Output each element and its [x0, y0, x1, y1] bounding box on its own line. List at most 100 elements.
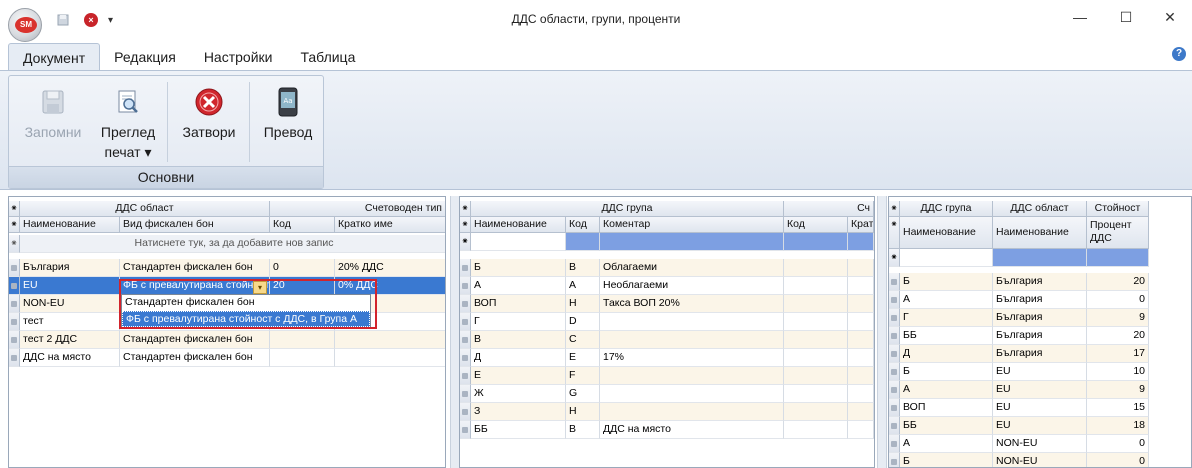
column-chooser-icon[interactable]: ⁕	[460, 217, 471, 233]
row-selector[interactable]	[460, 385, 471, 403]
table-cell[interactable]: NON-EU	[993, 453, 1087, 467]
row-selector[interactable]	[889, 345, 900, 363]
table-cell[interactable]	[784, 277, 848, 295]
row-selector[interactable]	[889, 273, 900, 291]
column-chooser-icon[interactable]: ⁕	[460, 201, 471, 217]
pane-splitter[interactable]	[877, 196, 887, 468]
row-selector[interactable]	[460, 349, 471, 367]
table-cell[interactable]: тест 2 ДДС	[20, 331, 120, 349]
table-row[interactable]: ББ B ДДС на място	[460, 421, 874, 439]
row-selector[interactable]	[9, 259, 20, 277]
table-cell[interactable]: 17%	[600, 349, 784, 367]
table-row[interactable]: Д E 17%	[460, 349, 874, 367]
table-cell[interactable]: ББ	[900, 417, 993, 435]
row-selector[interactable]	[889, 381, 900, 399]
row-selector[interactable]	[889, 327, 900, 345]
row-selector[interactable]	[889, 291, 900, 309]
table-cell[interactable]	[784, 331, 848, 349]
table-cell[interactable]: Д	[471, 349, 566, 367]
table-row[interactable]: А A Необлагаеми	[460, 277, 874, 295]
table-cell[interactable]: Ж	[471, 385, 566, 403]
column-chooser-icon[interactable]: ⁕	[889, 201, 900, 217]
table-cell[interactable]	[848, 259, 874, 277]
column-chooser-icon[interactable]: ⁕	[9, 217, 20, 233]
close-button[interactable]: ✕	[1150, 6, 1190, 28]
close-document-button[interactable]: Затвори	[171, 76, 247, 168]
table-cell[interactable]: България	[993, 309, 1087, 327]
table-cell[interactable]: 0	[270, 259, 335, 277]
table-cell[interactable]: B	[566, 421, 600, 439]
table-cell[interactable]: ВОП	[900, 399, 993, 417]
col-short-name[interactable]: Кратко име	[335, 217, 445, 233]
table-cell[interactable]	[600, 331, 784, 349]
table-cell[interactable]: EU	[993, 417, 1087, 435]
table-cell[interactable]	[848, 421, 874, 439]
table-cell[interactable]: 9	[1087, 309, 1149, 327]
tab-settings[interactable]: Настройки	[190, 43, 287, 71]
table-cell[interactable]: 20% ДДС	[335, 259, 445, 277]
table-cell[interactable]: H	[566, 295, 600, 313]
table-cell[interactable]: 10	[1087, 363, 1149, 381]
row-selector[interactable]	[889, 363, 900, 381]
table-cell[interactable]: Б	[900, 273, 993, 291]
table-cell[interactable]	[270, 349, 335, 367]
row-selector[interactable]	[889, 453, 900, 467]
table-cell[interactable]: EU	[993, 381, 1087, 399]
table-row[interactable]: Б NON-EU 0	[889, 453, 1149, 467]
table-row[interactable]: Г България 9	[889, 309, 1149, 327]
row-selector[interactable]	[889, 435, 900, 453]
table-cell[interactable]	[784, 259, 848, 277]
table-cell[interactable]: EU	[20, 277, 120, 295]
table-cell[interactable]: D	[566, 313, 600, 331]
table-cell[interactable]: 18	[1087, 417, 1149, 435]
filter-row[interactable]: ⁕	[889, 249, 1149, 267]
col-area-name[interactable]: Наименование	[993, 217, 1087, 249]
table-cell[interactable]: 17	[1087, 345, 1149, 363]
row-selector[interactable]	[889, 399, 900, 417]
table-cell[interactable]: Д	[900, 345, 993, 363]
table-cell[interactable]: ДДС на място	[20, 349, 120, 367]
table-cell[interactable]	[784, 421, 848, 439]
table-cell[interactable]: EU	[993, 399, 1087, 417]
column-chooser-icon[interactable]: ⁕	[889, 217, 900, 249]
table-cell[interactable]	[848, 277, 874, 295]
table-cell[interactable]: България	[993, 291, 1087, 309]
table-cell[interactable]: А	[900, 291, 993, 309]
table-cell[interactable]: Е	[471, 367, 566, 385]
table-cell[interactable]: З	[471, 403, 566, 421]
row-selector[interactable]	[889, 309, 900, 327]
col-fiscal-receipt-type[interactable]: Вид фискален бон	[120, 217, 270, 233]
table-cell[interactable]: NON-EU	[20, 295, 120, 313]
row-selector[interactable]	[9, 349, 20, 367]
row-selector[interactable]	[9, 277, 20, 295]
table-cell[interactable]: NON-EU	[993, 435, 1087, 453]
table-row[interactable]: А EU 9	[889, 381, 1149, 399]
row-selector[interactable]	[460, 403, 471, 421]
table-row[interactable]: ББ България 20	[889, 327, 1149, 345]
help-icon[interactable]: ?	[1172, 47, 1186, 61]
tab-document[interactable]: Документ	[8, 43, 101, 71]
table-cell[interactable]	[335, 349, 445, 367]
table-cell[interactable]: България	[993, 345, 1087, 363]
col-code[interactable]: Код	[566, 217, 600, 233]
table-row[interactable]: Б България 20	[889, 273, 1149, 291]
table-cell[interactable]	[848, 313, 874, 331]
table-cell[interactable]: A	[566, 277, 600, 295]
col-name[interactable]: Наименование	[20, 217, 120, 233]
table-cell[interactable]	[784, 295, 848, 313]
table-cell[interactable]	[848, 295, 874, 313]
table-row[interactable]: ВОП EU 15	[889, 399, 1149, 417]
table-cell[interactable]: 15	[1087, 399, 1149, 417]
col-acc-code[interactable]: Код	[784, 217, 848, 233]
table-cell[interactable]: България	[20, 259, 120, 277]
tab-edit[interactable]: Редакция	[100, 43, 190, 71]
table-cell[interactable]: Облагаеми	[600, 259, 784, 277]
column-chooser-icon[interactable]: ⁕	[9, 201, 20, 217]
table-cell[interactable]: Стандартен фискален бон	[120, 259, 270, 277]
table-row[interactable]: А NON-EU 0	[889, 435, 1149, 453]
table-cell[interactable]: Г	[471, 313, 566, 331]
table-cell[interactable]: Б	[900, 453, 993, 467]
col-comment[interactable]: Коментар	[600, 217, 784, 233]
table-cell[interactable]: C	[566, 331, 600, 349]
table-cell[interactable]	[270, 331, 335, 349]
